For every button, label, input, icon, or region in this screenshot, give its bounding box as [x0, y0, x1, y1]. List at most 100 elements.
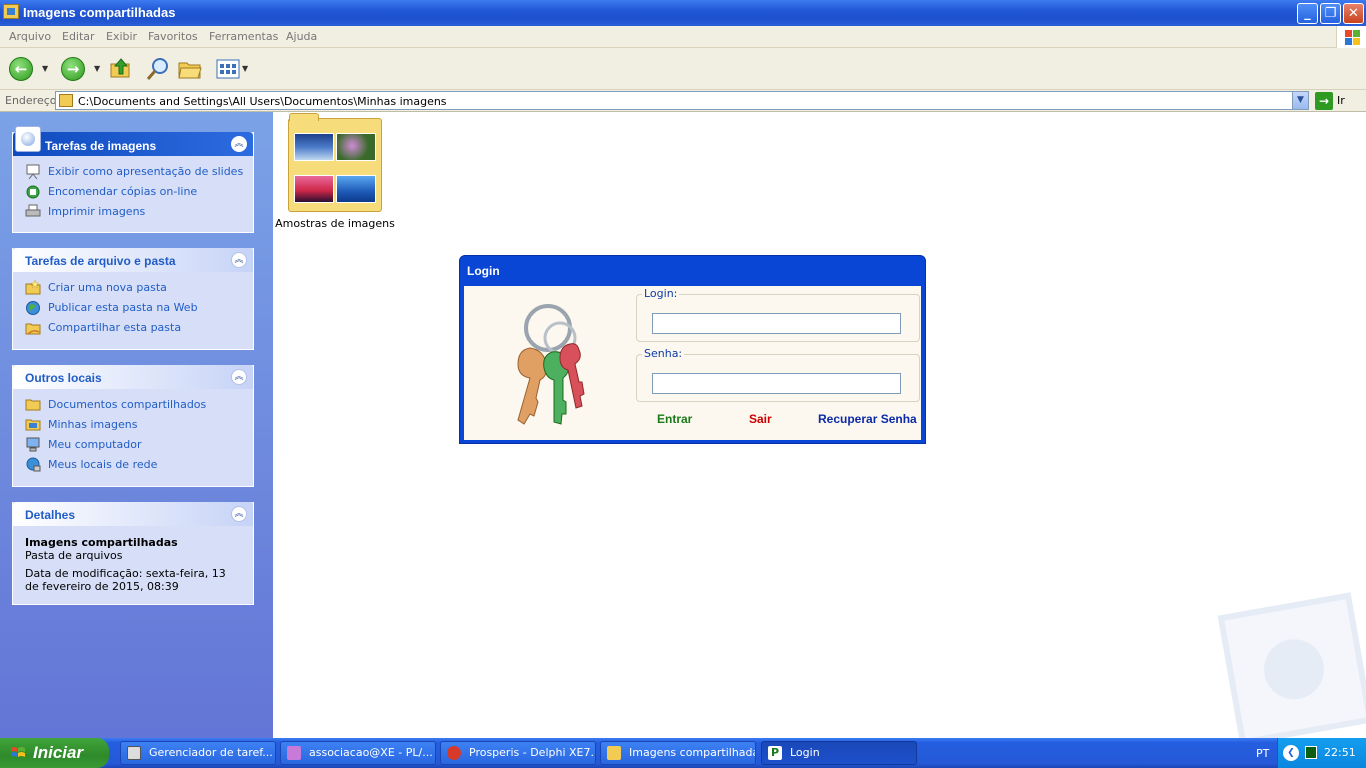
- collapse-chevron-icon[interactable]: ︽: [231, 369, 247, 385]
- maximize-button[interactable]: ❐: [1320, 3, 1341, 24]
- folder-icon: [59, 94, 73, 107]
- menu-favoritos[interactable]: Favoritos: [148, 30, 198, 43]
- publish-web-icon: [26, 301, 40, 315]
- task-slideshow[interactable]: Exibir como apresentação de slides: [25, 164, 253, 184]
- login-dialog-body: Login: Senha: Entrar Sair Recuperar Senh…: [464, 286, 921, 440]
- go-arrow-icon[interactable]: →: [1315, 92, 1333, 110]
- exit-button[interactable]: Sair: [749, 412, 772, 426]
- start-button[interactable]: Iniciar: [0, 738, 109, 768]
- folder-picture-icon: [3, 4, 19, 19]
- thumbnail-winter: [294, 133, 334, 161]
- address-path[interactable]: C:\Documents and Settings\All Users\Docu…: [78, 95, 447, 108]
- details-modified: Data de modificação: sexta-feira, 13 de …: [25, 567, 226, 593]
- window-title: Imagens compartilhadas: [23, 5, 176, 20]
- picture-tasks-title: Tarefas de imagens: [45, 139, 157, 153]
- other-places-header[interactable]: Outros locais ︽: [13, 365, 253, 389]
- details-type: Pasta de arquivos: [25, 549, 123, 562]
- picture-tasks-header[interactable]: Tarefas de imagens ︽: [13, 126, 253, 156]
- minimize-button[interactable]: _: [1297, 3, 1318, 24]
- views-icon[interactable]: [216, 59, 240, 79]
- collapse-chevron-icon[interactable]: ︽: [231, 506, 247, 522]
- login-input[interactable]: [652, 313, 901, 334]
- address-dropdown-icon[interactable]: ▼: [1292, 92, 1308, 109]
- picture-tasks-badge-icon: [15, 126, 41, 152]
- my-pictures-icon: [25, 419, 41, 431]
- forward-dropdown-icon[interactable]: ▼: [94, 64, 100, 73]
- tray-app-icon[interactable]: [1305, 746, 1317, 759]
- folders-icon[interactable]: [178, 58, 202, 80]
- up-folder-icon[interactable]: [110, 57, 132, 79]
- tray-expand-icon[interactable]: ❮: [1283, 745, 1299, 761]
- task-new-folder[interactable]: Criar uma nova pasta: [25, 280, 253, 300]
- collapse-chevron-icon[interactable]: ︽: [231, 252, 247, 268]
- delphi-icon: [447, 746, 461, 760]
- folder-icon: [25, 399, 41, 411]
- password-label: Senha:: [642, 347, 685, 360]
- place-my-pictures[interactable]: Minhas imagens: [25, 417, 253, 437]
- task-delphi[interactable]: Prosperis - Delphi XE7...: [440, 741, 596, 765]
- folder-icon: [607, 746, 621, 760]
- details-header[interactable]: Detalhes ︽: [13, 502, 253, 526]
- thumbnail-sunset: [294, 175, 334, 203]
- task-task-manager[interactable]: Gerenciador de taref...: [120, 741, 276, 765]
- plsql-icon: [287, 746, 301, 760]
- login-group: Login:: [636, 287, 920, 342]
- back-dropdown-icon[interactable]: ▼: [42, 64, 48, 73]
- address-input[interactable]: C:\Documents and Settings\All Users\Docu…: [55, 91, 1309, 110]
- menu-ferramentas[interactable]: Ferramentas: [209, 30, 278, 43]
- computer-icon: [26, 437, 40, 452]
- other-places-title: Outros locais: [25, 371, 102, 385]
- task-share-folder[interactable]: Compartilhar esta pasta: [25, 320, 253, 340]
- task-manager-icon: [127, 746, 141, 760]
- views-dropdown-icon[interactable]: ▼: [242, 64, 248, 73]
- details-name: Imagens compartilhadas: [25, 536, 178, 549]
- folder-label[interactable]: Amostras de imagens: [270, 217, 400, 230]
- pictures-watermark-icon: [1217, 592, 1366, 746]
- details-panel: Detalhes ︽ Imagens compartilhadas Pasta …: [12, 502, 254, 605]
- address-label: Endereço: [5, 94, 57, 107]
- system-tray: ❮ 22:51: [1277, 738, 1366, 768]
- place-my-computer[interactable]: Meu computador: [25, 437, 253, 457]
- keys-icon: [517, 304, 585, 425]
- details-title: Detalhes: [25, 508, 76, 522]
- toolbar: ← ▼ → ▼ ▼: [0, 48, 1366, 90]
- forward-arrow-icon[interactable]: →: [61, 57, 85, 81]
- sample-pictures-folder[interactable]: [288, 113, 382, 212]
- password-input[interactable]: [652, 373, 901, 394]
- task-login[interactable]: P Login: [761, 741, 917, 765]
- task-pane: Tarefas de imagens ︽ Exibir como apresen…: [0, 112, 273, 738]
- search-icon[interactable]: [145, 56, 171, 82]
- taskbar: Iniciar Gerenciador de taref... associac…: [0, 738, 1366, 768]
- menu-exibir[interactable]: Exibir: [106, 30, 137, 43]
- file-tasks-title: Tarefas de arquivo e pasta: [25, 254, 176, 268]
- back-arrow-icon[interactable]: ←: [9, 57, 33, 81]
- close-button[interactable]: ✕: [1343, 3, 1364, 24]
- collapse-chevron-icon[interactable]: ︽: [231, 136, 247, 152]
- address-bar: Endereço C:\Documents and Settings\All U…: [0, 90, 1366, 112]
- enter-button[interactable]: Entrar: [657, 412, 692, 426]
- recover-password-button[interactable]: Recuperar Senha: [818, 412, 917, 426]
- go-button[interactable]: Ir: [1337, 94, 1345, 107]
- thumbnail-flowers: [336, 133, 376, 161]
- file-tasks-panel: Tarefas de arquivo e pasta ︽ Criar uma n…: [12, 248, 254, 350]
- clock[interactable]: 22:51: [1324, 746, 1356, 759]
- login-app-icon: P: [768, 746, 782, 760]
- task-order-prints[interactable]: Encomendar cópias on-line: [25, 184, 253, 204]
- place-shared-documents[interactable]: Documentos compartilhados: [25, 397, 253, 417]
- printer-icon: [25, 204, 41, 217]
- file-tasks-header[interactable]: Tarefas de arquivo e pasta ︽: [13, 248, 253, 272]
- login-dialog[interactable]: Login Login: Senha: Entrar Sair Recupera…: [459, 255, 926, 444]
- language-indicator[interactable]: PT: [1256, 747, 1269, 760]
- slideshow-icon: [26, 164, 40, 179]
- window-titlebar[interactable]: Imagens compartilhadas _ ❐ ✕: [0, 0, 1366, 26]
- menu-arquivo[interactable]: Arquivo: [9, 30, 51, 43]
- menu-ajuda[interactable]: Ajuda: [286, 30, 317, 43]
- task-print-pictures[interactable]: Imprimir imagens: [25, 204, 253, 224]
- menu-editar[interactable]: Editar: [62, 30, 95, 43]
- login-label: Login:: [642, 287, 680, 300]
- password-group: Senha:: [636, 347, 920, 402]
- place-network[interactable]: Meus locais de rede: [25, 457, 253, 477]
- task-publish-web[interactable]: Publicar esta pasta na Web: [25, 300, 253, 320]
- task-plsql[interactable]: associacao@XE - PL/...: [280, 741, 436, 765]
- task-shared-pictures[interactable]: Imagens compartilhadas: [600, 741, 756, 765]
